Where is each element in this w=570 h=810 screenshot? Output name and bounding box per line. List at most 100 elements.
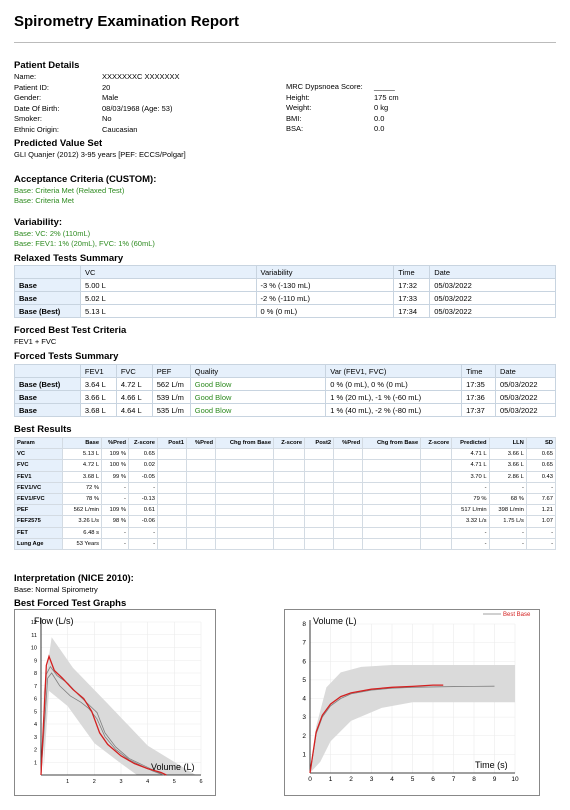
best-value-cell: [156, 448, 188, 461]
forced-quality-cell: Good Blow: [189, 403, 327, 417]
x-tick-label: 2: [93, 779, 96, 785]
best-value-cell: [333, 470, 364, 483]
best-value-cell: [333, 526, 364, 539]
best-results-row: Lung Age 53 Years - - - - -: [14, 537, 557, 550]
best-value-cell: 1.21: [525, 504, 557, 517]
best-value-cell: [215, 492, 275, 506]
best-value-cell: -: [525, 526, 557, 539]
best-header-cell: Post1: [156, 436, 188, 450]
best-value-cell: -: [488, 537, 527, 550]
best-value-cell: 0.65: [127, 448, 159, 461]
variability-heading: Variability:: [14, 217, 63, 228]
y-tick-label: 11: [31, 633, 37, 639]
best-value-cell: [186, 515, 217, 528]
relaxed-header-cell: Date: [429, 265, 556, 279]
best-results-row: FET 6.48 s-----: [14, 526, 557, 539]
best-value-cell: -: [101, 526, 129, 539]
id-value: 20: [102, 82, 111, 92]
best-value-cell: 3.26 L/s: [61, 515, 103, 528]
best-value-cell: 0.65: [525, 459, 557, 472]
best-value-cell: [420, 515, 453, 528]
best-header-cell: Z-score: [273, 436, 306, 450]
smoker-label: Smoker:: [14, 114, 42, 123]
y-tick-label: 8: [302, 621, 306, 628]
best-value-cell: [215, 504, 275, 517]
weight-value: 0 kg: [374, 103, 389, 112]
best-value-cell: 6.48 s: [61, 526, 103, 539]
best-param-cell: FVC: [14, 459, 63, 472]
ethnic-label: Ethnic Origin:: [14, 124, 60, 134]
forced-cell: 1 % (40 mL), -2 % (-80 mL): [325, 403, 463, 417]
y-tick-label: 7: [302, 640, 306, 647]
x-axis-label: Volume (L): [151, 762, 195, 772]
best-value-cell: [420, 526, 453, 539]
forced-cell: 05/03/2022: [495, 403, 556, 417]
best-value-cell: [215, 459, 275, 472]
best-value-cell: [215, 526, 275, 539]
relaxed-cell: 05/03/2022: [429, 304, 556, 318]
forced-header-cell: FEV1: [79, 364, 117, 378]
graphs-heading: Best Forced Test Graphs: [14, 598, 127, 609]
forced-criteria-heading: Forced Best Test Criteria: [14, 325, 127, 336]
y-tick-label: 1: [302, 751, 306, 758]
y-tick-label: 6: [302, 658, 306, 665]
best-header-cell: %Pred: [186, 436, 217, 450]
forced-heading: Forced Tests Summary: [14, 351, 119, 362]
forced-cell: 17:36: [461, 390, 496, 404]
best-value-cell: [215, 470, 275, 483]
forced-header-cell: PEF: [151, 364, 191, 378]
relaxed-cell: -3 % (-130 mL): [255, 278, 395, 292]
forced-header-cell: Date: [495, 364, 556, 378]
best-value-cell: [362, 504, 422, 517]
best-value-cell: [304, 481, 335, 494]
x-tick-label: 2: [349, 776, 353, 783]
best-value-cell: 0.02: [127, 459, 159, 472]
forced-quality-cell: Good Blow: [189, 377, 327, 391]
best-header-cell: Z-score: [127, 436, 159, 450]
relaxed-row: Base 5.02 L -2 % (-110 mL) 17:33 05/03/2…: [14, 291, 556, 305]
best-value-cell: [362, 448, 422, 461]
best-results-row: FEV1/VC 72 % - - - - -: [14, 481, 557, 494]
relaxed-header-cell: [14, 265, 81, 279]
y-tick-label: 7: [34, 684, 37, 690]
relaxed-header-cell: VC: [79, 265, 257, 279]
best-value-cell: [420, 470, 453, 483]
y-tick-label: 2: [34, 748, 37, 754]
best-value-cell: [156, 481, 188, 494]
relaxed-cell: Base: [14, 278, 81, 292]
best-header-cell: Base: [61, 436, 103, 450]
best-value-cell: [156, 537, 188, 550]
best-value-cell: -0.06: [127, 515, 159, 528]
forced-cell: Base: [14, 403, 81, 417]
best-value-cell: [186, 504, 217, 517]
best-header-cell: SD: [525, 436, 557, 450]
best-param-cell: FEV1/VC: [14, 481, 63, 494]
relaxed-header-row: VC Variability Time Date: [14, 265, 556, 279]
best-header-cell: Z-score: [420, 436, 453, 450]
x-tick-label: 5: [411, 776, 415, 783]
flow-volume-graph: 1234567891011121 2 3 4 5 6Flow (L/s)Volume (L…: [14, 609, 216, 796]
patient-values: XXXXXXXC XXXXXXX 20 Male 08/03/1968 (Age…: [102, 72, 180, 135]
relaxed-cell: 5.00 L: [79, 278, 257, 292]
best-value-cell: [333, 504, 364, 517]
x-tick-label: 4: [146, 779, 149, 785]
best-value-cell: [273, 515, 306, 528]
forced-quality-cell: Good Blow: [189, 390, 327, 404]
relaxed-cell: 0 % (0 mL): [255, 304, 395, 318]
report-title: Spirometry Examination Report: [14, 13, 240, 30]
interpretation-heading: Interpretation (NICE 2010):: [14, 573, 134, 584]
forced-cell: 0 % (0 mL), 0 % (0 mL): [325, 377, 463, 391]
gender-value: Male: [102, 93, 119, 102]
best-header-cell: Predicted: [451, 436, 490, 450]
y-tick-label: 4: [34, 722, 37, 728]
best-value-cell: [186, 492, 217, 506]
best-value-cell: 4.72 L: [61, 459, 103, 472]
best-value-cell: [273, 459, 306, 472]
best-value-cell: -: [127, 481, 159, 494]
dob-label: Date Of Birth:: [14, 103, 60, 113]
best-value-cell: [304, 492, 335, 506]
best-value-cell: [304, 515, 335, 528]
x-tick-label: 3: [119, 779, 122, 785]
forced-cell: 4.64 L: [115, 403, 153, 417]
best-value-cell: -: [127, 526, 159, 539]
